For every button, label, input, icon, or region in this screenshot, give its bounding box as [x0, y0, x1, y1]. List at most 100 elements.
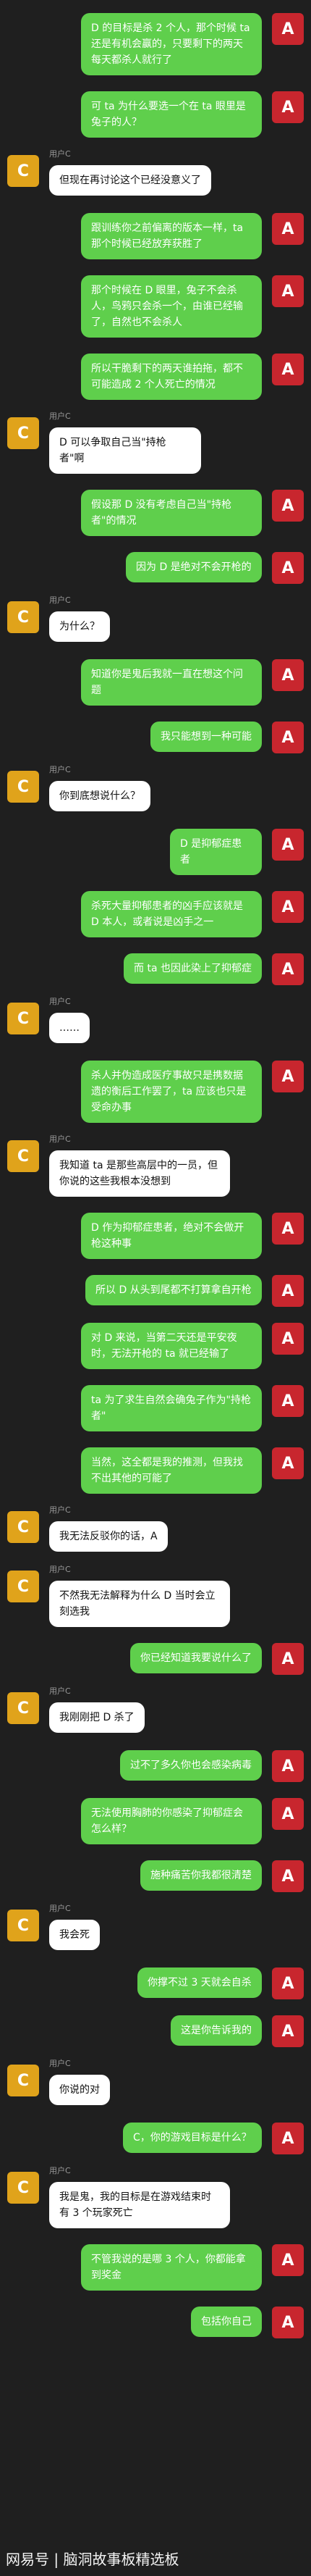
username-label: 用户C: [49, 1904, 71, 1913]
avatar-a[interactable]: A: [272, 1798, 304, 1830]
message-row-c: 用户C C 你说的对: [0, 2057, 311, 2107]
message-bubble: 你说的对: [49, 2075, 110, 2105]
message-row-a: A C，你的游戏目标是什么？: [0, 2117, 311, 2154]
avatar-a[interactable]: A: [272, 1213, 304, 1245]
message-row-c: 用户C C 我无法反驳你的话，A: [0, 1504, 311, 1553]
avatar-a[interactable]: A: [272, 91, 304, 123]
message-row-a: A 施种痛苦你我都很清楚: [0, 1854, 311, 1892]
avatar-a[interactable]: A: [272, 1323, 304, 1355]
username-label: 用户C: [49, 1565, 71, 1574]
username-label: 用户C: [49, 2166, 71, 2175]
message-row-a: A 我只能想到一种可能: [0, 716, 311, 753]
message-bubble: 那个时候在 D 眼里，兔子不会杀人，鸟鸦只会杀一个，由谁已经输了，自然也不会杀人: [81, 275, 262, 338]
avatar-c[interactable]: C: [7, 2172, 39, 2204]
avatar-a[interactable]: A: [272, 1643, 304, 1675]
message-row-a: A 而 ta 也因此染上了抑郁症: [0, 948, 311, 985]
message-bubble: 不管我说的是哪 3 个人，你都能拿到奖金: [81, 2244, 262, 2291]
message-bubble: ……: [49, 1013, 90, 1043]
message-row-c: 用户C C 你到底想说什么？: [0, 764, 311, 813]
message-row-a: A 包括你自己: [0, 2301, 311, 2338]
avatar-a[interactable]: A: [272, 1061, 304, 1092]
username-label: 用户C: [49, 595, 71, 605]
message-row-a: A 所以 D 从头到尾都不打算拿自开枪: [0, 1269, 311, 1307]
message-bubble: 所以干脆剩下的两天谁拍拖，都不可能造成 2 个人死亡的情况: [81, 354, 262, 400]
message-bubble: 无法使用胸肺的你感染了抑郁症会怎么样？: [81, 1798, 262, 1844]
avatar-a[interactable]: A: [272, 953, 304, 985]
avatar-c[interactable]: C: [7, 1511, 39, 1543]
avatar-c[interactable]: C: [7, 417, 39, 449]
avatar-a[interactable]: A: [272, 1967, 304, 1999]
message-row-a: A 因为 D 是绝对不会开枪的: [0, 546, 311, 584]
message-bubble: 假设那 D 没有考虑自己当"持枪者"的情况: [81, 490, 262, 536]
message-row-a: A D 作为抑郁症患者，绝对不会做开枪这种事: [0, 1207, 311, 1259]
avatar-a[interactable]: A: [272, 490, 304, 522]
avatar-c[interactable]: C: [7, 771, 39, 803]
avatar-a[interactable]: A: [272, 1860, 304, 1892]
message-row-c: 用户C C 我知道 ta 是那些高层中的一员，但你说的这些我根本没想到: [0, 1133, 311, 1197]
avatar-c[interactable]: C: [7, 1140, 39, 1172]
message-bubble: 我无法反驳你的话，A: [49, 1521, 168, 1552]
avatar-a[interactable]: A: [272, 829, 304, 861]
avatar-a[interactable]: A: [272, 1447, 304, 1479]
avatar-a[interactable]: A: [272, 1275, 304, 1307]
avatar-a[interactable]: A: [272, 2015, 304, 2047]
message-bubble: 不然我无法解释为什么 D 当时会立刻选我: [49, 1581, 230, 1627]
message-bubble: 为什么？: [49, 611, 110, 642]
message-row-a: A 杀死大量抑郁患者的凶手应该就是 D 本人，或者说是凶手之一: [0, 885, 311, 937]
username-label: 用户C: [49, 1505, 71, 1515]
avatar-a[interactable]: A: [272, 891, 304, 923]
message-bubble: 知道你是鬼后我就一直在想这个问题: [81, 659, 262, 706]
message-bubble: 但现在再讨论这个已经没意义了: [49, 165, 211, 196]
message-bubble: D 作为抑郁症患者，绝对不会做开枪这种事: [81, 1213, 262, 1259]
avatar-c[interactable]: C: [7, 1571, 39, 1602]
message-bubble: 我只能想到一种可能: [150, 722, 262, 752]
avatar-c[interactable]: C: [7, 2065, 39, 2096]
message-row-c: 用户C C 但现在再讨论这个已经没意义了: [0, 148, 311, 197]
message-bubble: 我是鬼，我的目标是在游戏结束时有 3 个玩家死亡: [49, 2182, 230, 2228]
message-bubble: 杀死大量抑郁患者的凶手应该就是 D 本人，或者说是凶手之一: [81, 891, 262, 937]
message-bubble: 对 D 来说，当第二天还是平安夜时，无法开枪的 ta 就已经输了: [81, 1323, 262, 1369]
message-row-a: Ata 为了求生自然会确兔子作为"持枪者": [0, 1379, 311, 1431]
avatar-c[interactable]: C: [7, 155, 39, 187]
message-row-a: A 跟训练你之前偏离的版本一样，ta 那个时候已经放弃获胜了: [0, 207, 311, 259]
message-bubble: 我知道 ta 是那些高层中的一员，但你说的这些我根本没想到: [49, 1150, 230, 1197]
avatar-a[interactable]: A: [272, 722, 304, 753]
avatar-c[interactable]: C: [7, 1910, 39, 1941]
avatar-a[interactable]: A: [272, 2307, 304, 2338]
username-label: 用户C: [49, 411, 71, 421]
message-bubble: 过不了多久你也会感染病毒: [120, 1750, 262, 1781]
message-bubble: 杀人并伪造成医疗事故只是携数据遗的衡后工作罢了，ta 应该也只是受命办事: [81, 1061, 262, 1123]
message-row-a: A 这是你告诉我的: [0, 2010, 311, 2047]
message-row-a: A 你已经知道我要说什么了: [0, 1637, 311, 1675]
message-row-a: A D 的目标是杀 2 个人，那个时候 ta 还是有机会赢的，只要剩下的两天每天都…: [0, 7, 311, 75]
avatar-a[interactable]: A: [272, 1385, 304, 1417]
message-row-a: A 无法使用胸肺的你感染了抑郁症会怎么样？: [0, 1792, 311, 1844]
avatar-a[interactable]: A: [272, 659, 304, 691]
message-bubble: 可 ta 为什么要选一个在 ta 眼里是兔子的人？: [81, 91, 262, 138]
message-row-c: 用户C C D 可以争取自己当"持枪者"啊: [0, 410, 311, 474]
username-label: 用户C: [49, 1134, 71, 1144]
username-label: 用户C: [49, 765, 71, 774]
avatar-a[interactable]: A: [272, 2123, 304, 2154]
avatar-c[interactable]: C: [7, 601, 39, 633]
message-bubble: D 可以争取自己当"持枪者"啊: [49, 427, 201, 474]
message-row-c: 用户C C 不然我无法解释为什么 D 当时会立刻选我: [0, 1563, 311, 1627]
avatar-a[interactable]: A: [272, 354, 304, 385]
watermark: 网易号 | 脑洞故事板精选板: [6, 2550, 179, 2568]
message-row-c: 用户C C 为什么？: [0, 594, 311, 643]
avatar-c[interactable]: C: [7, 1003, 39, 1034]
message-row-a: A 所以干脆剩下的两天谁拍拖，都不可能造成 2 个人死亡的情况: [0, 348, 311, 400]
avatar-a[interactable]: A: [272, 2244, 304, 2276]
avatar-a[interactable]: A: [272, 552, 304, 584]
message-bubble: 因为 D 是绝对不会开枪的: [126, 552, 262, 582]
message-row-c: 用户C C 我会死: [0, 1902, 311, 1952]
avatar-a[interactable]: A: [272, 213, 304, 245]
message-bubble: 所以 D 从头到尾都不打算拿自开枪: [85, 1275, 262, 1305]
message-bubble: ta 为了求生自然会确兔子作为"持枪者": [81, 1385, 262, 1431]
avatar-a[interactable]: A: [272, 13, 304, 45]
avatar-c[interactable]: C: [7, 1692, 39, 1724]
message-bubble: 我刚刚把 D 杀了: [49, 1702, 145, 1733]
avatar-a[interactable]: A: [272, 1750, 304, 1782]
message-row-a: A 不管我说的是哪 3 个人，你都能拿到奖金: [0, 2238, 311, 2291]
avatar-a[interactable]: A: [272, 275, 304, 307]
